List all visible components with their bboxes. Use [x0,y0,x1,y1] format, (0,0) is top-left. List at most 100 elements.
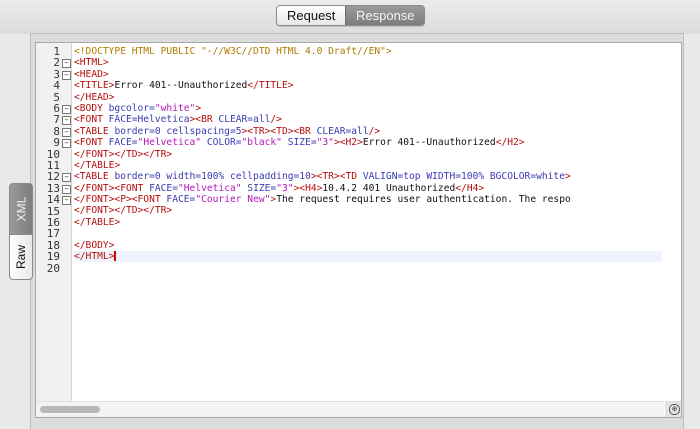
code-line: </TABLE> [74,217,662,228]
code-token: <FONT [74,137,109,149]
tab-request[interactable]: Request [277,6,345,25]
code-token: > [195,102,202,114]
fold-toggle-icon[interactable]: − [62,184,71,194]
code-token: VALIGN=top WIDTH=100% BGCOLOR=white [362,171,565,183]
code-area[interactable]: <!DOCTYPE HTML PUBLIC "-//W3C//DTD HTML … [74,46,662,401]
scrollbar-thumb[interactable] [40,406,100,413]
fold-toggle-icon[interactable]: − [62,173,71,183]
code-token: <HEAD> [74,68,109,80]
code-token: <TABLE [74,171,115,183]
tab-raw[interactable]: Raw [9,235,33,280]
code-token: </TABLE> [74,216,121,228]
code-token: SIZE= [281,137,317,149]
code-token: 10.4.2 401 Unauthorized [322,182,456,194]
code-token: "black" [241,137,282,149]
code-line: <HTML> [74,57,662,68]
code-token: </H2> [495,137,525,149]
code-line: </FONT><FONT FACE="Helvetica" SIZE="3"><… [74,183,662,194]
fold-toggle-icon[interactable]: − [62,139,71,149]
code-token: ><H2> [333,137,363,149]
scroll-corner: ⊕ [665,401,681,417]
code-token: <TITLE> [74,80,115,92]
code-token: </TITLE> [247,80,294,92]
code-token: </FONT></TD></TR> [74,148,173,160]
code-token: CLEAR=all [316,125,369,137]
code-token: <!DOCTYPE HTML PUBLIC "-//W3C//DTD HTML … [74,46,392,57]
code-token: "Helvetica" [137,137,202,149]
code-token: /> [368,125,381,137]
code-token: Error 401--Unauthorized [114,80,248,92]
code-token: /> [270,114,282,126]
code-line: </FONT></TD></TR> [74,149,662,160]
code-line: <HEAD> [74,69,662,80]
fold-toggle-icon[interactable]: − [62,116,71,126]
code-token: ><H4> [293,182,323,194]
fold-toggle-icon[interactable]: − [62,59,71,69]
code-line: </TABLE> [74,160,662,171]
line-number-gutter: 1 2 3 4 5 6 7 8 9 10 11 12 13 14 15 16 17 18 19 20− − − − − − − − − [36,43,72,417]
zoom-icon[interactable]: ⊕ [669,404,680,415]
fold-toggle-icon[interactable]: − [62,105,71,114]
line-number: 4 [53,79,60,93]
code-token: FACE=Helvetica [108,114,190,126]
code-token: <HTML> [74,57,109,69]
line-number: 14 [46,193,60,207]
fold-toggle-icon[interactable]: − [62,70,71,80]
code-line: <BODY bgcolor="white"> [74,103,662,114]
code-token: border=0 cellspacing=5 [114,125,242,137]
code-token: <BODY [74,102,109,114]
code-line: </FONT><P><FONT FACE="Courier New">The r… [74,194,662,205]
code-token: "3" [316,137,334,149]
code-line: <TITLE>Error 401--Unauthorized</TITLE> [74,80,662,91]
code-line: </FONT></TD></TR> [74,205,662,216]
code-token: </FONT><FONT [74,182,150,194]
code-line: </HTML> [74,251,662,263]
code-editor[interactable]: 1 2 3 4 5 6 7 8 9 10 11 12 13 14 15 16 17 18 19 20− − − − − − − − −… [35,42,682,418]
tab-xml-label: XML [14,196,28,222]
code-line: <FONT FACE=Helvetica><BR CLEAR=all/> [74,114,662,125]
code-token: bgcolor= [108,102,155,114]
code-line: </HEAD> [74,92,662,103]
code-token: ><BR [189,114,219,126]
line-number: 20 [46,261,60,275]
code-token: </FONT></TD></TR> [74,205,173,217]
code-token: FACE= [166,194,196,206]
code-token: > [564,171,571,183]
code-line: <TABLE border=0 width=100% cellpadding=1… [74,171,662,182]
tab-response[interactable]: Response [345,6,424,25]
code-token: COLOR= [201,137,242,149]
code-token: </TABLE> [74,159,121,171]
code-token: "3" [276,182,294,194]
fold-toggle-icon[interactable]: − [62,196,71,206]
code-token: "Helvetica" [177,182,242,194]
request-response-toggle: Request Response [276,5,425,26]
code-token: ><TR><TD><BR [241,125,317,137]
code-token: Error 401--Unauthorized [362,137,496,149]
code-line: <FONT FACE="Helvetica" COLOR="black" SIZ… [74,137,662,148]
top-toolbar: Request Response [0,0,700,34]
code-token: SIZE= [241,182,277,194]
tab-xml[interactable]: XML [9,183,33,235]
view-mode-tabs: XML Raw [9,183,33,280]
code-token: </H4> [455,182,485,194]
fold-toggle-icon[interactable]: − [62,127,71,137]
code-token: </BODY> [74,239,115,251]
code-token: FACE= [149,182,178,194]
code-token: The request requires user authentication… [276,194,571,206]
code-token: ><TR><TD [310,171,363,183]
code-token: border=0 width=100% cellpadding=10 [114,171,311,183]
line-number: 19 [46,250,60,264]
code-token: </FONT><P><FONT [74,194,167,206]
code-token: FACE= [108,137,138,149]
code-token: <TABLE [74,125,115,137]
code-token: "Courier New" [195,194,271,206]
code-line: <!DOCTYPE HTML PUBLIC "-//W3C//DTD HTML … [74,46,662,57]
horizontal-scrollbar[interactable] [36,401,664,417]
code-token: <FONT [74,114,109,126]
tab-raw-label: Raw [14,244,29,270]
line-number: 9 [53,136,60,150]
code-token: </HEAD> [74,91,115,103]
code-line: </BODY> [74,240,662,251]
